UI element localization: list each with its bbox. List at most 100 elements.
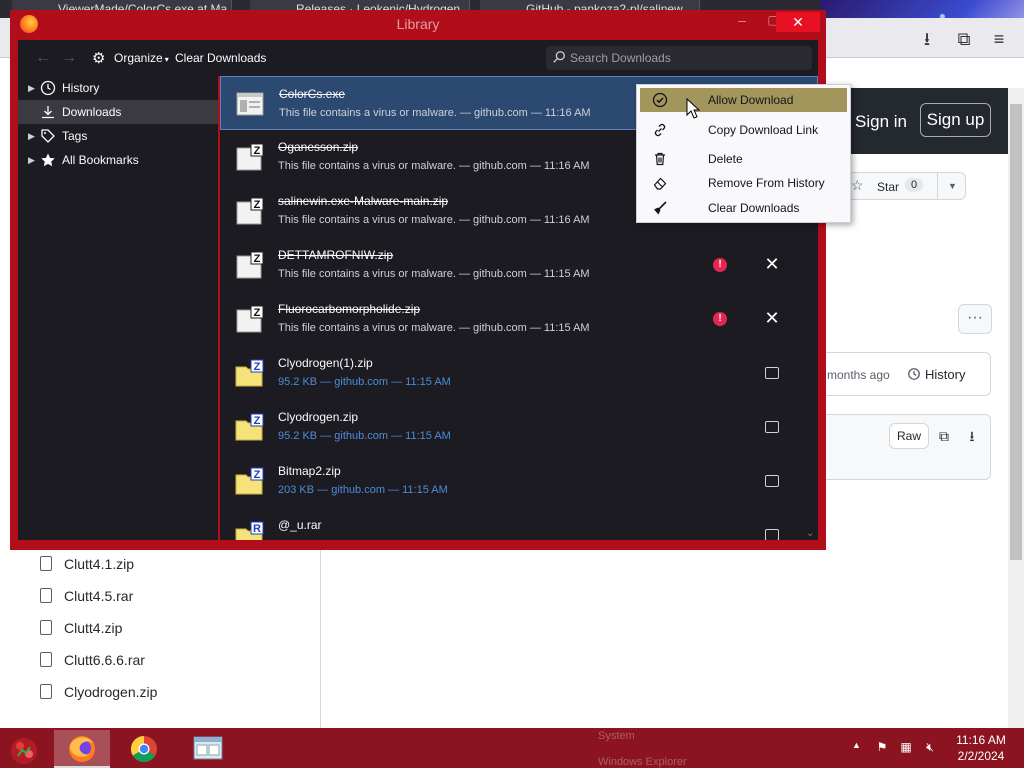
- menu-item-label: Allow Download: [708, 93, 794, 107]
- copy-icon[interactable]: ⧉: [931, 423, 957, 449]
- scroll-down-icon[interactable]: ⌄: [806, 528, 814, 539]
- taskbar-ghost-text: System Windows Explorer: [546, 728, 846, 768]
- chevron-down-icon: ▾: [164, 55, 169, 64]
- raw-button[interactable]: Raw: [889, 423, 929, 449]
- download-status: This file contains a virus or malware. —…: [278, 160, 590, 172]
- download-file-name: ColorCs.exe: [279, 87, 346, 101]
- menu-item-delete[interactable]: Delete: [640, 147, 847, 171]
- menu-item-label: Remove From History: [708, 176, 825, 190]
- file-actions-bar: Raw ⧉ ⭳: [820, 414, 991, 480]
- library-toolbar: ← → ⚙ Organize ▾ Clear Downloads: [18, 40, 818, 76]
- download-status: 95.2 KB — github.com — 11:15 AM: [278, 430, 451, 442]
- sidebar-item-all-bookmarks[interactable]: ▶ All Bookmarks: [18, 148, 218, 172]
- menu-item-clear-downloads[interactable]: Clear Downloads: [640, 196, 847, 220]
- sidebar-item-history[interactable]: ▶ History: [18, 76, 218, 100]
- sign-up-button[interactable]: Sign up: [920, 103, 991, 137]
- eraser-icon: [653, 177, 667, 190]
- download-icon[interactable]: ⭳: [916, 28, 938, 50]
- download-row[interactable]: R @_u.rar: [220, 508, 818, 540]
- chevron-right-icon[interactable]: ▶: [28, 148, 38, 172]
- tag-icon: [41, 129, 55, 143]
- show-hidden-icons-icon[interactable]: ▲: [852, 740, 861, 750]
- file-icon: [40, 588, 52, 603]
- folder-icon[interactable]: [765, 367, 779, 379]
- mouse-pointer-icon: [686, 98, 700, 119]
- zip-folder-icon: Z: [235, 467, 264, 495]
- download-context-menu: Allow Download Copy Download Link Delete…: [636, 84, 851, 223]
- page-scrollbar-thumb[interactable]: [1010, 104, 1022, 560]
- search-icon: [553, 51, 565, 63]
- menu-item-allow-download[interactable]: Allow Download: [640, 88, 847, 112]
- star-button[interactable]: ☆ Star 0 ▼: [842, 172, 966, 200]
- file-tree-item[interactable]: Clutt4.5.rar: [40, 580, 300, 612]
- download-row[interactable]: Z DETTAMROFNIW.zip This file contains a …: [220, 238, 818, 292]
- system-clock[interactable]: 11:16 AM 2/2/2024: [948, 732, 1014, 764]
- svg-text:Z: Z: [254, 415, 261, 427]
- menu-item-remove-from-history[interactable]: Remove From History: [640, 171, 847, 195]
- svg-text:Z: Z: [254, 361, 261, 373]
- clock-icon: [40, 80, 56, 96]
- close-button[interactable]: ✕: [776, 12, 820, 32]
- flag-icon[interactable]: ⚑: [874, 740, 890, 756]
- file-tree-item[interactable]: Clutt6.6.6.rar: [40, 644, 300, 676]
- zip-file-icon: Z: [236, 197, 264, 225]
- taskbar-explorer[interactable]: [180, 730, 236, 768]
- network-icon[interactable]: ▦: [898, 740, 914, 756]
- chevron-down-icon[interactable]: ▼: [937, 173, 967, 199]
- taskbar-chrome[interactable]: [116, 730, 172, 768]
- sidebar-item-label: Tags: [62, 129, 88, 143]
- history-link[interactable]: History: [907, 367, 965, 382]
- sign-in-link[interactable]: Sign in: [855, 112, 907, 132]
- speaker-muted-icon[interactable]: 🔇︎: [922, 740, 938, 756]
- file-tree-item[interactable]: Clyodrogen.zip: [40, 676, 300, 708]
- file-tree: Clutt4.1.zip Clutt4.5.rar Clutt4.zip Clu…: [40, 548, 300, 708]
- remove-download-button[interactable]: ✕: [763, 255, 781, 273]
- divider: [320, 548, 321, 728]
- back-arrow-icon[interactable]: ←: [32, 48, 54, 68]
- folder-icon[interactable]: [765, 529, 779, 540]
- menu-item-copy-download-link[interactable]: Copy Download Link: [640, 118, 847, 142]
- ghost-label: Windows Explorer: [598, 756, 687, 768]
- folder-icon[interactable]: [765, 421, 779, 433]
- sidebar-item-downloads[interactable]: Downloads: [18, 100, 218, 124]
- chevron-right-icon[interactable]: ▶: [28, 124, 38, 148]
- download-icon[interactable]: ⭳: [959, 423, 985, 449]
- check-circle-icon: [652, 92, 668, 108]
- sidebar-item-label: Downloads: [62, 105, 122, 119]
- file-name: Clyodrogen.zip: [64, 684, 158, 700]
- star-label: Star: [877, 180, 900, 194]
- history-label: History: [925, 367, 966, 382]
- download-file-name: Oganesson.zip: [278, 140, 359, 154]
- taskbar-firefox[interactable]: [54, 730, 110, 768]
- menu-icon[interactable]: ≡: [988, 28, 1010, 50]
- download-row[interactable]: Z Clyodrogen(1).zip 95.2 KB — github.com…: [220, 346, 818, 400]
- download-row[interactable]: Z Bitmap2.zip 203 KB — github.com — 11:1…: [220, 454, 818, 508]
- svg-text:Z: Z: [254, 469, 261, 481]
- file-tree-item[interactable]: Clutt4.zip: [40, 612, 300, 644]
- sidebar-item-label: All Bookmarks: [62, 153, 139, 167]
- search-input[interactable]: [570, 46, 806, 70]
- warning-icon: !: [713, 312, 727, 326]
- star-icon: ☆: [851, 177, 864, 193]
- download-file-name: @_u.rar: [278, 518, 322, 532]
- forward-arrow-icon[interactable]: →: [58, 48, 80, 68]
- file-name: Clutt4.1.zip: [64, 556, 135, 572]
- download-row[interactable]: Z Fluorocarbomorpholide.zip This file co…: [220, 292, 818, 346]
- download-row[interactable]: Z Clyodrogen.zip 95.2 KB — github.com — …: [220, 400, 818, 454]
- organize-button[interactable]: ⚙ Organize ▾: [92, 48, 169, 68]
- warning-icon: !: [713, 258, 727, 272]
- firefox-icon: [69, 736, 95, 762]
- remove-download-button[interactable]: ✕: [763, 309, 781, 327]
- file-icon: [40, 556, 52, 571]
- clock-date: 2/2/2024: [957, 749, 1005, 763]
- sidebar-item-tags[interactable]: ▶ Tags: [18, 124, 218, 148]
- extensions-icon[interactable]: ⧉: [953, 28, 975, 50]
- file-tree-item[interactable]: Clutt4.1.zip: [40, 548, 300, 580]
- chevron-right-icon[interactable]: ▶: [28, 76, 38, 100]
- minimize-button[interactable]: –: [722, 10, 762, 32]
- gear-icon: ⚙: [92, 49, 106, 67]
- more-options-button[interactable]: ···: [958, 304, 992, 334]
- clear-downloads-button[interactable]: Clear Downloads: [175, 48, 266, 68]
- folder-icon[interactable]: [765, 475, 779, 487]
- start-button[interactable]: [4, 732, 44, 766]
